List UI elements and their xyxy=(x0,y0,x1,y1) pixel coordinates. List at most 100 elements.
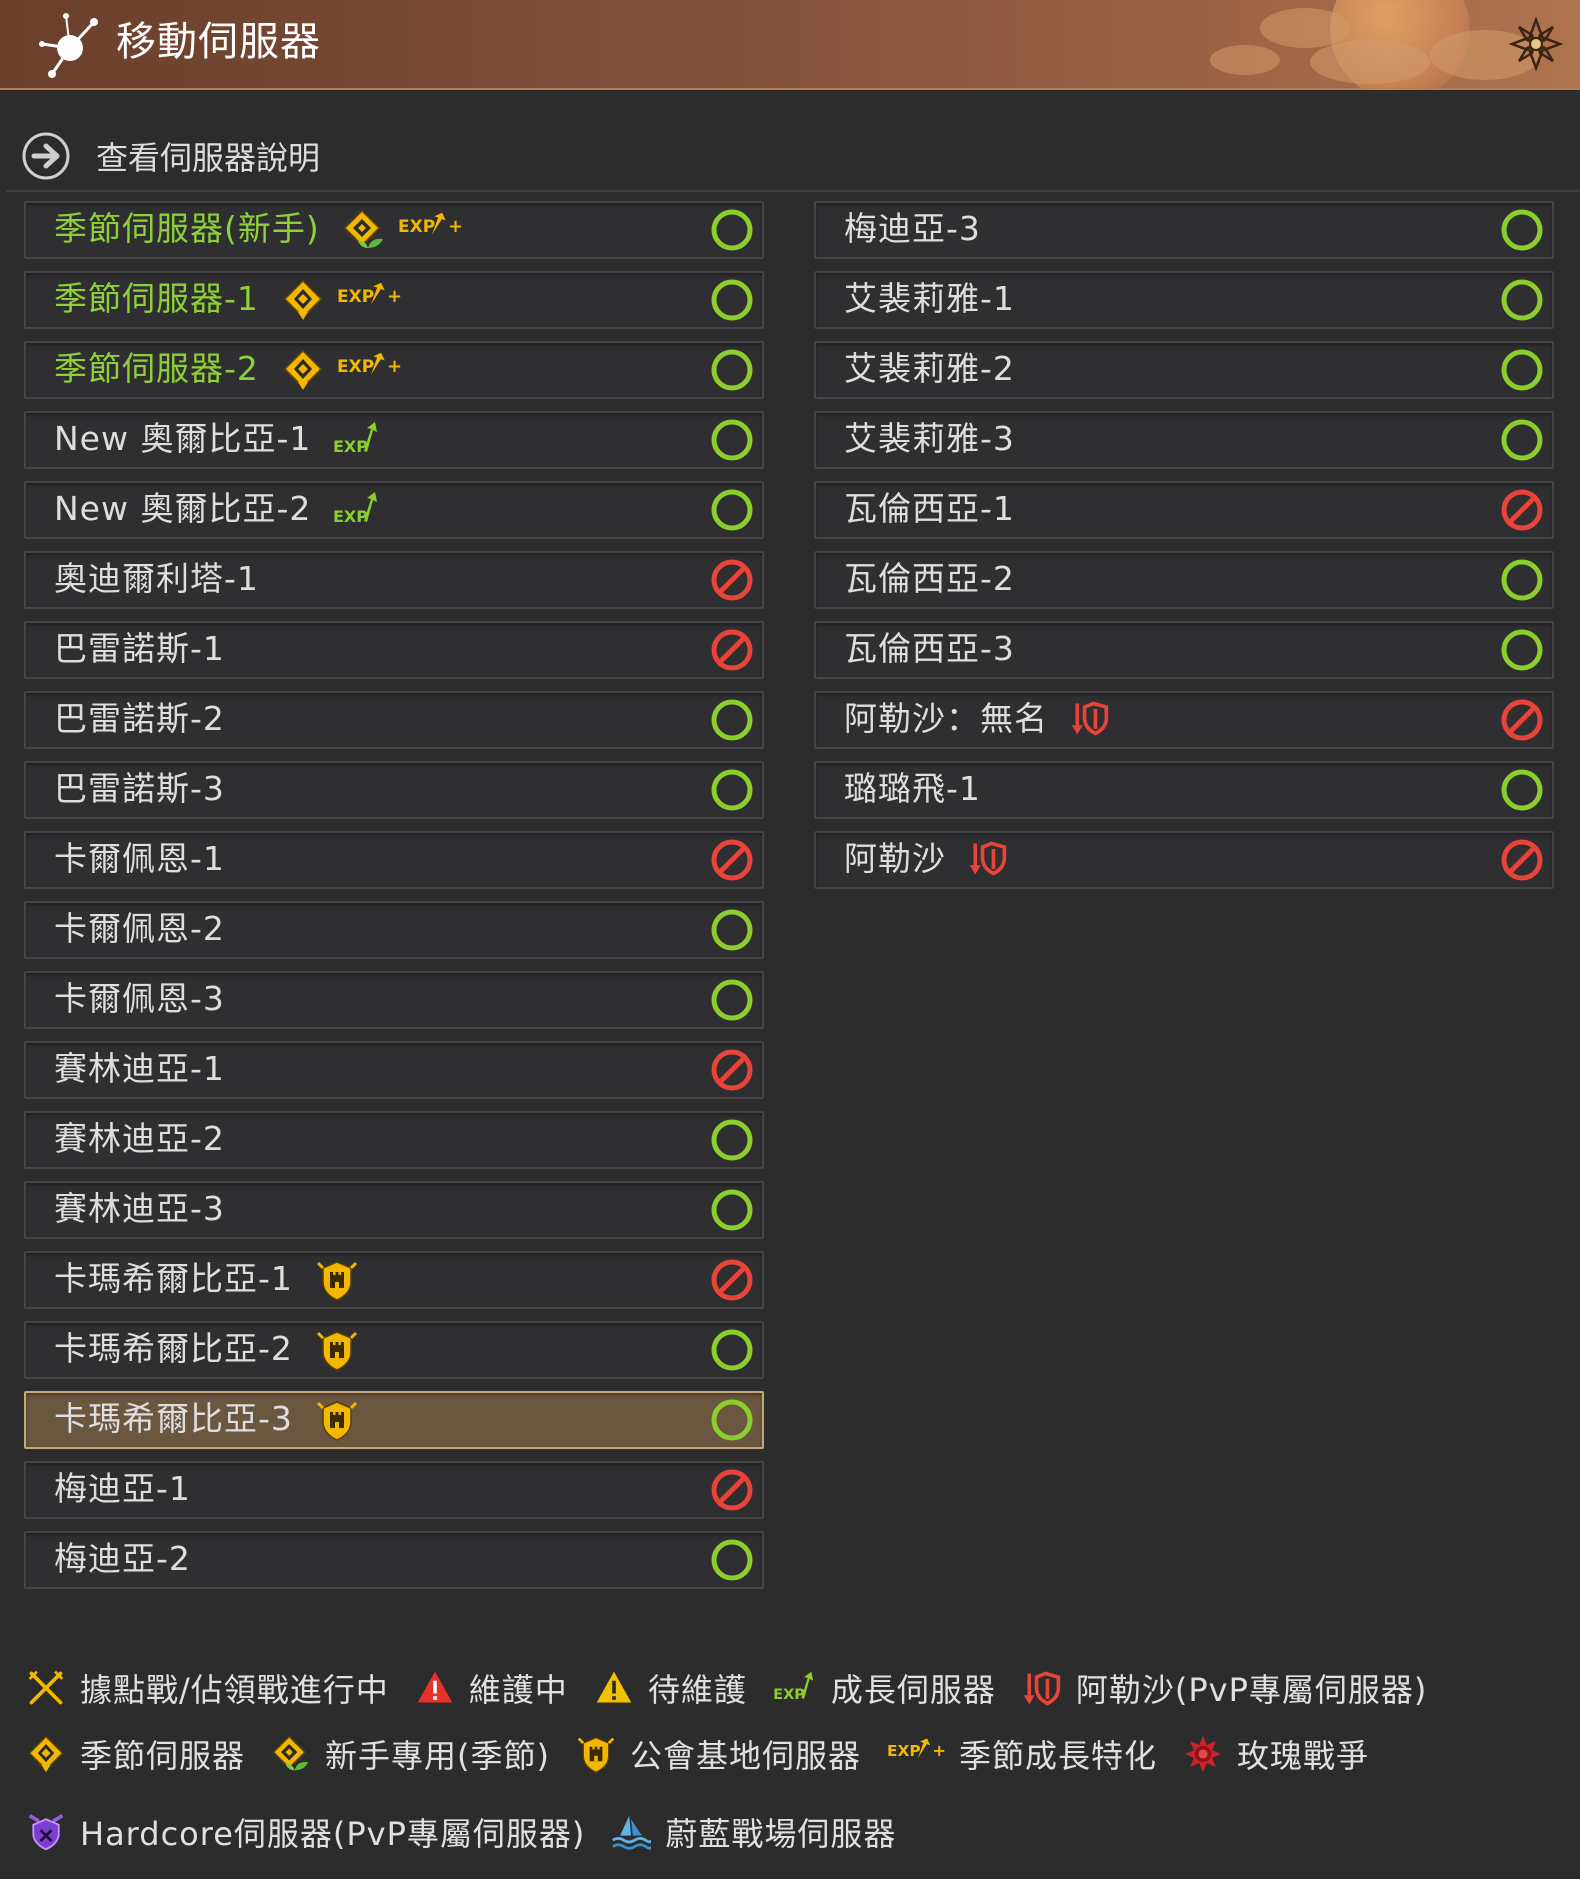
legend-label: 維護中 xyxy=(468,1671,568,1709)
flower-close-icon[interactable] xyxy=(1506,14,1566,74)
server-row[interactable]: 梅迪亞-3 xyxy=(814,201,1554,259)
server-name: 艾裴莉雅-1 xyxy=(844,279,1015,318)
server-name: 賽林迪亞-1 xyxy=(54,1049,225,1088)
status-available-icon xyxy=(710,418,754,462)
status-available-icon xyxy=(710,908,754,952)
legend-item: EXP 成長伺服器 xyxy=(773,1660,996,1716)
exp-badge: EXP xyxy=(333,488,381,536)
server-row[interactable]: 卡爾佩恩-3 xyxy=(24,971,764,1029)
status-available-icon xyxy=(710,1118,754,1162)
server-name: 巴雷諾斯-3 xyxy=(54,769,225,808)
status-unavailable-icon xyxy=(1500,838,1544,882)
status-available-icon xyxy=(1500,628,1544,672)
server-name: 賽林迪亞-2 xyxy=(54,1119,225,1158)
server-name: 季節伺服器-1 xyxy=(54,279,259,318)
svg-text:EXP: EXP xyxy=(337,287,374,307)
server-row[interactable]: 季節伺服器-1 EXP + xyxy=(24,271,764,329)
server-row[interactable]: 璐璐飛-1 xyxy=(814,761,1554,819)
exp-plus-badge: EXP + xyxy=(887,1734,945,1774)
server-row[interactable]: 卡瑪希爾比亞-2 xyxy=(24,1321,764,1379)
server-row[interactable]: 卡瑪希爾比亞-3 xyxy=(24,1391,764,1449)
legend-item: 維護中 xyxy=(415,1660,568,1716)
legend-label: 公會基地伺服器 xyxy=(630,1737,862,1775)
server-row[interactable]: 卡瑪希爾比亞-1 xyxy=(24,1251,764,1309)
guild-base-icon xyxy=(315,1328,359,1376)
arsha-pvp-icon xyxy=(1070,698,1110,742)
guild-base-icon xyxy=(315,1398,359,1446)
legend-item: 玫瑰戰爭 xyxy=(1183,1726,1369,1782)
guild-base-icon xyxy=(315,1258,359,1306)
status-unavailable-icon xyxy=(710,558,754,602)
server-row[interactable]: 巴雷諾斯-1 xyxy=(24,621,764,679)
arsha-pvp-icon xyxy=(1022,1668,1062,1708)
legend-label: Hardcore伺服器(PvP專屬伺服器) xyxy=(80,1815,586,1853)
legend-item: EXP + 季節成長特化 xyxy=(887,1726,1157,1782)
seasonal-newbie-icon xyxy=(271,1734,311,1774)
legend-item: 蔚藍戰場伺服器 xyxy=(611,1804,896,1860)
arsha-pvp-icon xyxy=(968,838,1008,882)
seasonal-newbie-icon xyxy=(342,208,386,256)
server-row[interactable]: 巴雷諾斯-2 xyxy=(24,691,764,749)
status-available-icon xyxy=(710,208,754,252)
svg-text:EXP: EXP xyxy=(398,217,435,237)
server-row[interactable]: 艾裴莉雅-3 xyxy=(814,411,1554,469)
server-row[interactable]: 賽林迪亞-1 xyxy=(24,1041,764,1099)
svg-text:EXP: EXP xyxy=(333,507,368,526)
server-row[interactable]: 季節伺服器(新手) EXP + xyxy=(24,201,764,259)
server-row[interactable]: 賽林迪亞-3 xyxy=(24,1181,764,1239)
azure-arena-icon xyxy=(611,1812,652,1852)
server-name: 艾裴莉雅-2 xyxy=(844,349,1015,388)
server-row[interactable]: 瓦倫西亞-1 xyxy=(814,481,1554,539)
status-available-icon xyxy=(1500,208,1544,252)
server-row[interactable]: 梅迪亞-2 xyxy=(24,1531,764,1589)
status-unavailable-icon xyxy=(710,838,754,882)
server-name: 巴雷諾斯-1 xyxy=(54,629,225,668)
server-row[interactable]: 瓦倫西亞-2 xyxy=(814,551,1554,609)
status-unavailable-icon xyxy=(1500,698,1544,742)
legend-item: Hardcore伺服器(PvP專屬伺服器) xyxy=(26,1804,585,1860)
server-name: New 奧爾比亞-2 xyxy=(54,489,312,528)
server-name: 季節伺服器-2 xyxy=(54,349,259,388)
server-row[interactable]: 艾裴莉雅-2 xyxy=(814,341,1554,399)
server-row[interactable]: 梅迪亞-1 xyxy=(24,1461,764,1519)
seasonal-icon xyxy=(26,1734,66,1774)
server-info-link[interactable]: 查看伺服器說明 xyxy=(20,128,320,184)
status-unavailable-icon xyxy=(710,1048,754,1092)
legend-label: 蔚藍戰場伺服器 xyxy=(665,1815,897,1853)
legend-label: 季節成長特化 xyxy=(959,1737,1158,1775)
server-name: 艾裴莉雅-3 xyxy=(844,419,1015,458)
server-row[interactable]: 瓦倫西亞-3 xyxy=(814,621,1554,679)
server-row[interactable]: 阿勒沙 xyxy=(814,831,1554,889)
server-name: 賽林迪亞-3 xyxy=(54,1189,225,1228)
server-row[interactable]: New 奧爾比亞-2 EXP xyxy=(24,481,764,539)
status-available-icon xyxy=(710,1398,754,1442)
server-row[interactable]: 卡爾佩恩-1 xyxy=(24,831,764,889)
divider xyxy=(6,190,1580,192)
hardcore-shield-icon xyxy=(26,1812,66,1852)
server-row[interactable]: 季節伺服器-2 EXP + xyxy=(24,341,764,399)
seasonal-icon xyxy=(281,348,325,396)
seasonal-icon xyxy=(281,278,325,326)
server-name: 卡爾佩恩-2 xyxy=(54,909,225,948)
exp-badge: EXP xyxy=(333,418,381,466)
status-available-icon xyxy=(710,1538,754,1582)
title-bar: 移動伺服器 xyxy=(0,0,1580,90)
svg-text:EXP: EXP xyxy=(333,437,368,456)
exp-plus-badge: EXP + xyxy=(398,208,463,256)
exp-badge: EXP xyxy=(773,1668,817,1708)
maintenance-red-warning-icon xyxy=(415,1668,455,1708)
server-name: 梅迪亞-3 xyxy=(844,209,981,248)
legend-item: 公會基地伺服器 xyxy=(576,1726,861,1782)
compass-star-icon xyxy=(39,13,98,78)
server-name: 梅迪亞-2 xyxy=(54,1539,191,1578)
legend-item: 據點戰/佔領戰進行中 xyxy=(26,1660,389,1716)
server-row[interactable]: 巴雷諾斯-3 xyxy=(24,761,764,819)
server-row[interactable]: 阿勒沙：無名 xyxy=(814,691,1554,749)
server-row[interactable]: New 奧爾比亞-1 EXP xyxy=(24,411,764,469)
svg-text:EXP: EXP xyxy=(887,1742,921,1760)
server-name: 卡瑪希爾比亞-2 xyxy=(54,1329,293,1368)
server-row[interactable]: 卡爾佩恩-2 xyxy=(24,901,764,959)
server-row[interactable]: 艾裴莉雅-1 xyxy=(814,271,1554,329)
server-row[interactable]: 賽林迪亞-2 xyxy=(24,1111,764,1169)
server-row[interactable]: 奧迪爾利塔-1 xyxy=(24,551,764,609)
